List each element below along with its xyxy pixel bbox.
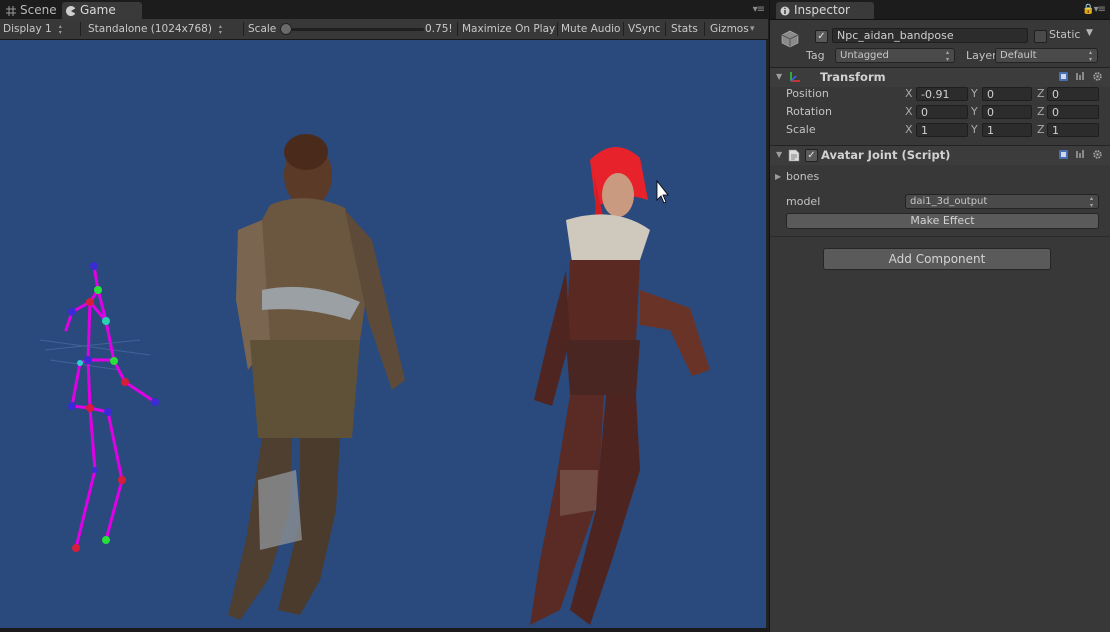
inspector-lock-menu-icon[interactable]: 🔒▾≡ (1082, 4, 1106, 15)
game-scene (39, 134, 710, 625)
component-divider (770, 236, 1110, 237)
mute-audio-toggle[interactable]: Mute Audio (561, 19, 620, 39)
transform-header-icons (1058, 71, 1103, 82)
tab-game[interactable]: Game (62, 2, 142, 19)
avatar-joint-title: Avatar Joint (Script) (821, 148, 951, 162)
game-tabbar: Scene Game ▾≡ (0, 0, 768, 20)
scale-y-label[interactable]: Y (971, 121, 978, 139)
tab-scene[interactable]: Scene (2, 2, 63, 19)
layer-dropdown[interactable]: Default (995, 48, 1098, 63)
rotation-x-label[interactable]: X (905, 103, 913, 121)
rotation-x-field[interactable]: 0 (916, 105, 968, 119)
position-label: Position (786, 87, 829, 100)
skeleton-figure (64, 264, 157, 550)
display-dropdown[interactable]: Display 1 (3, 19, 63, 39)
tab-inspector[interactable]: Inspector (776, 2, 874, 19)
rotation-y-field[interactable]: 0 (982, 105, 1032, 119)
gear-icon[interactable] (1092, 71, 1103, 82)
game-toolbar: Display 1 Standalone (1024x768) Scale 0.… (0, 19, 768, 40)
transform-header[interactable]: ▼ Transform (770, 67, 1110, 87)
scale-slider-track[interactable] (286, 28, 424, 31)
help-book-icon[interactable] (1058, 149, 1069, 160)
scale-row: Scale X 1 Y 1 Z 1 (770, 121, 1110, 139)
stats-toggle[interactable]: Stats (671, 19, 698, 39)
bones-label: bones (786, 170, 820, 183)
position-x-field[interactable]: -0.91 (916, 87, 968, 101)
rotation-label: Rotation (786, 105, 833, 118)
bones-foldout-icon[interactable]: ▶ (775, 168, 781, 186)
transform-axes-icon (790, 72, 800, 82)
rotation-z-field[interactable]: 0 (1047, 105, 1099, 119)
avatar-joint-foldout-icon[interactable]: ▼ (776, 150, 782, 159)
script-file-icon (788, 149, 800, 162)
position-z-label[interactable]: Z (1037, 85, 1045, 103)
scale-label: Scale (786, 123, 816, 136)
position-row: Position X -0.91 Y 0 Z 0 (770, 85, 1110, 103)
scale-z-label[interactable]: Z (1037, 121, 1045, 139)
static-checkbox[interactable] (1034, 30, 1047, 43)
game-viewport[interactable] (0, 40, 766, 628)
position-y-field[interactable]: 0 (982, 87, 1032, 101)
gameobject-cube-icon (781, 30, 799, 48)
gear-icon[interactable] (1092, 149, 1103, 160)
inspector-panel: Inspector 🔒▾≡ ✓ Npc_aidan_bandpose Stati… (769, 0, 1110, 632)
game-panel: Scene Game ▾≡ Display 1 Standalone (1024… (0, 0, 768, 632)
tag-label: Tag (806, 49, 825, 62)
bones-row[interactable]: ▶ bones (770, 168, 1110, 186)
transform-title: Transform (820, 70, 886, 84)
position-y-label[interactable]: Y (971, 85, 978, 103)
scale-x-label[interactable]: X (905, 121, 913, 139)
resolution-dropdown[interactable]: Standalone (1024x768) (88, 19, 223, 39)
panel-menu-icon[interactable]: ▾≡ (753, 4, 765, 15)
transform-foldout-icon[interactable]: ▼ (776, 72, 782, 81)
model-dropdown[interactable]: dai1_3d_output (905, 194, 1099, 209)
position-x-label[interactable]: X (905, 85, 913, 103)
scale-value: 0.75! (425, 23, 453, 35)
object-name-field[interactable]: Npc_aidan_bandpose (832, 28, 1028, 43)
make-effect-button[interactable]: Make Effect (786, 213, 1099, 229)
help-book-icon[interactable] (1058, 71, 1069, 82)
skeleton-shadow (39, 339, 151, 371)
object-active-checkbox[interactable]: ✓ (815, 30, 828, 43)
scale-y-field[interactable]: 1 (982, 123, 1032, 137)
maximize-on-play-toggle[interactable]: Maximize On Play (462, 19, 555, 39)
static-label: Static (1049, 28, 1081, 41)
avatar-joint-header[interactable]: ▼ ✓ Avatar Joint (Script) (770, 145, 1110, 165)
avatar-joint-enabled-checkbox[interactable]: ✓ (805, 149, 818, 162)
preset-icon[interactable] (1075, 149, 1086, 160)
static-dropdown-icon[interactable]: ▼ (1086, 28, 1093, 38)
preset-icon[interactable] (1075, 71, 1086, 82)
viewport-footer (0, 628, 768, 632)
info-icon (780, 6, 790, 15)
avatar-joint-header-icons (1058, 149, 1103, 160)
add-component-button[interactable]: Add Component (823, 248, 1051, 270)
scale-label: Scale (248, 23, 277, 35)
model-label: model (786, 195, 821, 208)
rotation-z-label[interactable]: Z (1037, 103, 1045, 121)
layer-label: Layer (966, 49, 997, 62)
gizmos-chevron-icon[interactable]: ▾ (750, 19, 755, 39)
rotation-row: Rotation X 0 Y 0 Z 0 (770, 103, 1110, 121)
scale-slider-thumb[interactable] (280, 23, 292, 35)
mouse-cursor-icon (656, 179, 669, 204)
object-header: ✓ Npc_aidan_bandpose Static ▼ Tag Untagg… (770, 20, 1110, 66)
tab-inspector-label: Inspector (794, 3, 850, 17)
gizmos-dropdown[interactable]: Gizmos (710, 19, 749, 39)
male-character (228, 134, 405, 620)
scale-x-field[interactable]: 1 (916, 123, 968, 137)
scale-z-field[interactable]: 1 (1047, 123, 1099, 137)
rotation-y-label[interactable]: Y (971, 103, 978, 121)
tag-dropdown[interactable]: Untagged (835, 48, 955, 63)
game-pacman-icon (66, 5, 76, 16)
inspector-tabbar: Inspector 🔒▾≡ (770, 0, 1110, 20)
vsync-toggle[interactable]: VSync (628, 19, 661, 39)
position-z-field[interactable]: 0 (1047, 87, 1099, 101)
model-row: model dai1_3d_output (770, 193, 1110, 211)
female-character (530, 146, 710, 625)
tab-game-label: Game (80, 3, 116, 17)
scene-grid-icon (6, 5, 16, 16)
tab-scene-label: Scene (20, 3, 57, 17)
